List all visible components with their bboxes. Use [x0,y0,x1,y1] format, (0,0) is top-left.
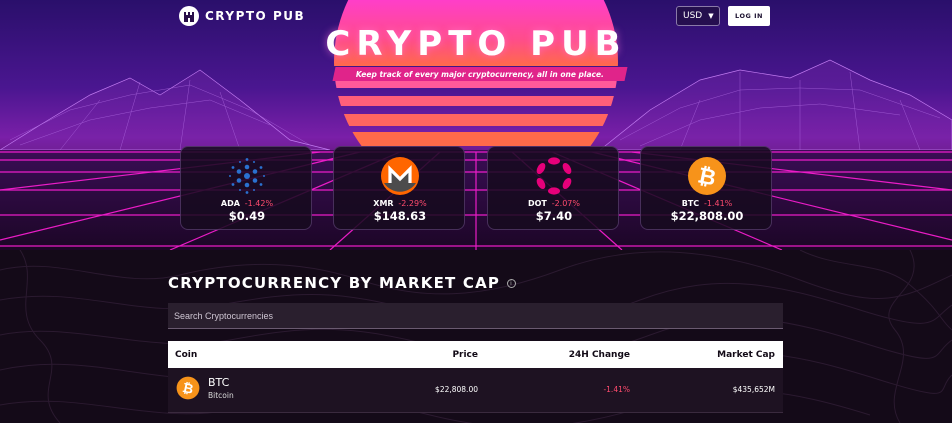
coin-card-ada[interactable]: ADA -1.42% $0.49 [180,146,312,230]
table-header: Coin Price 24H Change Market Cap [168,341,783,368]
coin-card-symbol: BTC [681,199,700,208]
search-input[interactable] [168,303,783,329]
hero-subtitle: Keep track of every major cryptocurrency… [355,69,604,79]
cardano-icon [229,158,265,194]
coin-card-price: $22,808.00 [670,209,744,223]
market-table: Coin Price 24H Change Market Cap ₿ BTC B… [168,341,783,413]
row-symbol: BTC [208,376,230,389]
column-header-price[interactable]: Price [452,350,478,360]
hero-banner: CRYPTO PUB USD ▼ LOG IN CRYPTO PUB Keep … [0,0,952,250]
logo-icon [179,6,199,26]
info-icon[interactable]: i [507,278,517,288]
row-market-cap: $435,652M [732,385,775,394]
login-button[interactable]: LOG IN [728,6,770,26]
coin-cards: ADA -1.42% $0.49 XMR -2.29% $148.63 DOT … [0,146,952,230]
caret-down-icon: ▼ [708,12,714,20]
hero-subtitle-banner: Keep track of every major cryptocurrency… [332,67,628,81]
logo[interactable]: CRYPTO PUB [179,6,305,26]
bitcoin-icon: ₿ [688,157,726,195]
coin-card-price: $0.49 [228,209,266,223]
coin-card-change: -1.41% [703,199,733,208]
coin-card-change: -2.29% [398,199,427,208]
row-name: Bitcoin [208,391,234,400]
monero-icon [381,157,419,195]
coin-card-price: $148.63 [373,209,427,223]
coin-card-dot[interactable]: DOT -2.07% $7.40 [487,146,619,230]
market-section: CRYPTOCURRENCY BY MARKET CAP i Coin Pric… [0,250,952,423]
row-change: -1.41% [603,385,630,394]
column-header-change[interactable]: 24H Change [569,350,630,360]
section-title: CRYPTOCURRENCY BY MARKET CAP i [168,274,517,292]
coin-card-change: -1.42% [244,199,274,208]
coin-card-symbol: ADA [220,199,240,208]
column-header-coin[interactable]: Coin [175,350,197,360]
polkadot-icon [536,157,572,195]
currency-value: USD [683,11,703,21]
hero-title: CRYPTO PUB [325,24,627,64]
bitcoin-icon: ₿ [176,376,200,400]
coin-card-change: -2.07% [551,199,580,208]
coin-card-btc[interactable]: ₿ BTC -1.41% $22,808.00 [640,146,772,230]
table-row[interactable]: ₿ BTC Bitcoin $22,808.00 -1.41% $435,652… [168,368,783,413]
coin-card-symbol: XMR [373,199,394,208]
section-title-text: CRYPTOCURRENCY BY MARKET CAP [168,274,501,292]
coin-card-xmr[interactable]: XMR -2.29% $148.63 [333,146,465,230]
row-price: $22,808.00 [435,385,478,394]
coin-card-symbol: DOT [527,199,547,208]
column-header-market-cap[interactable]: Market Cap [717,350,775,360]
logo-text: CRYPTO PUB [205,9,306,23]
currency-select[interactable]: USD ▼ [676,6,720,26]
coin-card-price: $7.40 [535,209,573,223]
